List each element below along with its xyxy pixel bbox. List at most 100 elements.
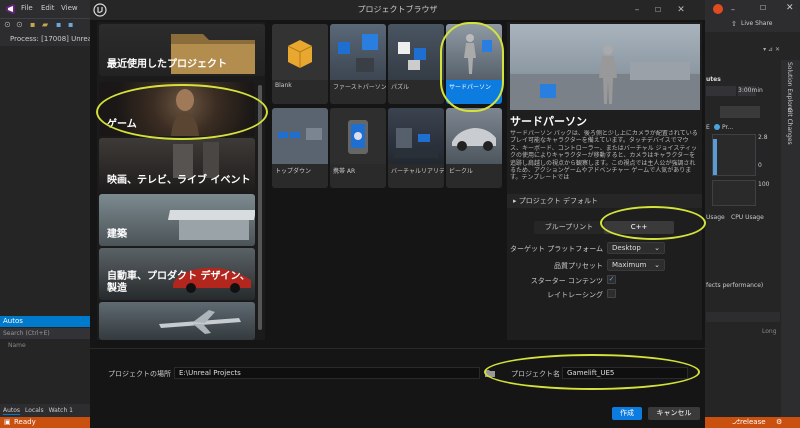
template-blank[interactable]: Blank (272, 24, 328, 104)
project-name-input[interactable]: Gamelift_UE5 (562, 367, 688, 379)
vs-close-icon[interactable]: ✕ (786, 3, 794, 13)
vs-editor-area (0, 46, 90, 316)
memory-max-value: 2.8 (758, 134, 768, 141)
starter-content-label: スターター コンテンツ (530, 277, 603, 285)
template-vehicle[interactable]: ビークル (446, 108, 502, 188)
duration-track (706, 86, 736, 96)
character-portrait-image (171, 89, 199, 136)
template-label: パズル (391, 84, 410, 91)
template-puzzle[interactable]: パズル (388, 24, 444, 104)
detail-title: サードパーソン (510, 115, 587, 128)
dialog-minimize-icon[interactable]: – (630, 3, 644, 17)
debug-tabs: Autos Locals Watch 1 (0, 404, 90, 417)
raytracing-label: レイトレーシング (547, 291, 603, 299)
solution-explorer-tab[interactable]: Solution Explorer (786, 62, 793, 113)
template-thumbnail (388, 108, 444, 164)
template-first-person[interactable]: ファーストパーソン (330, 24, 386, 104)
dialog-title: プロジェクトブラウザ (357, 5, 438, 14)
tab-autos[interactable]: Autos (3, 407, 21, 415)
dialog-maximize-icon[interactable]: ☐ (651, 3, 665, 17)
duration-value: 3:00min (738, 86, 763, 96)
category-games[interactable]: ゲーム (99, 82, 255, 136)
platform-value: Desktop (612, 244, 641, 252)
cancel-button[interactable]: キャンセル (648, 407, 700, 420)
template-thumbnail (272, 24, 328, 80)
autos-search-input[interactable]: Search (Ctrl+E) (0, 328, 90, 339)
vs-maximize-icon[interactable]: ☐ (760, 4, 766, 12)
project-location-input[interactable]: E:\Unreal Projects (174, 367, 480, 379)
footer-divider (90, 348, 705, 349)
template-thumbnail (330, 24, 386, 80)
tab-locals[interactable]: Locals (25, 407, 44, 414)
mannequin-figure (599, 45, 617, 104)
live-share-button[interactable]: Live Share (741, 20, 772, 27)
branch-icon: ⎇ (732, 418, 741, 426)
tab-watch-1[interactable]: Watch 1 (49, 407, 73, 414)
vs-minimize-icon[interactable]: – (731, 5, 735, 14)
process-value: [17008] UnrealEdit (41, 35, 90, 43)
account-avatar[interactable] (713, 4, 723, 14)
chevron-down-icon: ⌄ (654, 261, 660, 269)
legend-process: Pr... (722, 124, 734, 131)
create-button[interactable]: 作成 (612, 407, 642, 420)
template-thumbnail (446, 24, 502, 80)
open-folder-icon[interactable]: ▰ (42, 20, 48, 29)
vs-right-toolbar: ⇧ Live Share (705, 18, 800, 32)
template-label: サードパーソン (449, 84, 492, 91)
template-virtual-reality[interactable]: バーチャルリアリティ (388, 108, 444, 188)
third-person-mannequin-image (464, 34, 492, 74)
chevron-down-icon: ⌄ (654, 244, 660, 252)
category-architecture[interactable]: 建築 (99, 194, 255, 246)
tab-cpu-usage[interactable]: CPU Usage (731, 214, 764, 221)
memory-graph (712, 134, 756, 176)
memory-min-value: 0 (758, 162, 762, 169)
template-label: ファーストパーソン (333, 84, 386, 91)
template-label: ビークル (449, 168, 473, 175)
quality-dropdown[interactable]: Maximum ⌄ (607, 259, 665, 271)
tab-memory-usage[interactable]: Usage (706, 214, 725, 221)
starter-content-checkbox[interactable]: ✓ (607, 275, 616, 284)
cpp-toggle[interactable]: C++ (604, 221, 674, 234)
quality-label: 品質プリセット (554, 262, 603, 270)
template-label: トップダウン (275, 168, 312, 175)
save-icon[interactable]: ▪ (56, 20, 61, 29)
vs-side-tabs: Solution Explorer Git Changes (781, 60, 800, 417)
raytracing-checkbox[interactable] (607, 289, 616, 298)
template-third-person[interactable]: サードパーソン (446, 24, 502, 104)
template-thumbnail (272, 108, 328, 164)
save-all-icon[interactable]: ▪ (68, 20, 73, 29)
blueprint-toggle[interactable]: ブループリント (534, 221, 604, 234)
puzzle-scene-image (398, 42, 426, 70)
vs-menu-view[interactable]: View (61, 4, 78, 12)
new-item-icon[interactable]: ▪ (30, 20, 35, 29)
back-icon[interactable]: ⊙ (4, 20, 11, 29)
category-film-tv-live[interactable]: 映画、テレビ、ライブ イベント (99, 138, 255, 192)
status-branch[interactable]: release (740, 417, 766, 428)
dialog-close-icon[interactable]: ✕ (674, 3, 688, 17)
vs-menu-edit[interactable]: Edit (41, 4, 55, 12)
category-automotive[interactable]: 自動車、プロダクト デザイン、製造 (99, 248, 255, 300)
status-icon: ▣ (4, 418, 11, 426)
category-label: 最近使用したプロジェクト (107, 59, 227, 70)
category-recent-projects[interactable]: 最近使用したプロジェクト (99, 24, 265, 76)
category-scrollbar[interactable] (258, 85, 262, 330)
vs-menu-file[interactable]: File (21, 4, 33, 12)
project-defaults-header: ▸ プロジェクト デフォルト (507, 194, 702, 208)
process-selector[interactable]: Process: [17008] UnrealEdit (0, 32, 90, 46)
folder-browse-icon[interactable] (484, 368, 496, 378)
template-handheld-ar[interactable]: 携帯 AR (330, 108, 386, 188)
section-chevron-icon[interactable]: ▸ (513, 197, 517, 205)
category-simulation[interactable] (99, 302, 255, 340)
first-person-scene-image (338, 34, 378, 72)
vr-scene-image (394, 128, 438, 158)
category-label: 映画、テレビ、ライブ イベント (107, 175, 251, 186)
template-top-down[interactable]: トップダウン (272, 108, 328, 188)
settings-icon[interactable]: ⚙ (776, 417, 782, 428)
platform-dropdown[interactable]: Desktop ⌄ (607, 242, 665, 254)
checkmark-icon: ✓ (608, 275, 615, 283)
forward-icon[interactable]: ⊙ (16, 20, 23, 29)
template-label: 携帯 AR (333, 168, 356, 175)
git-changes-tab[interactable]: Git Changes (786, 108, 793, 145)
live-share-icon[interactable]: ⇧ (731, 20, 737, 28)
building-wall-shape (179, 220, 249, 240)
